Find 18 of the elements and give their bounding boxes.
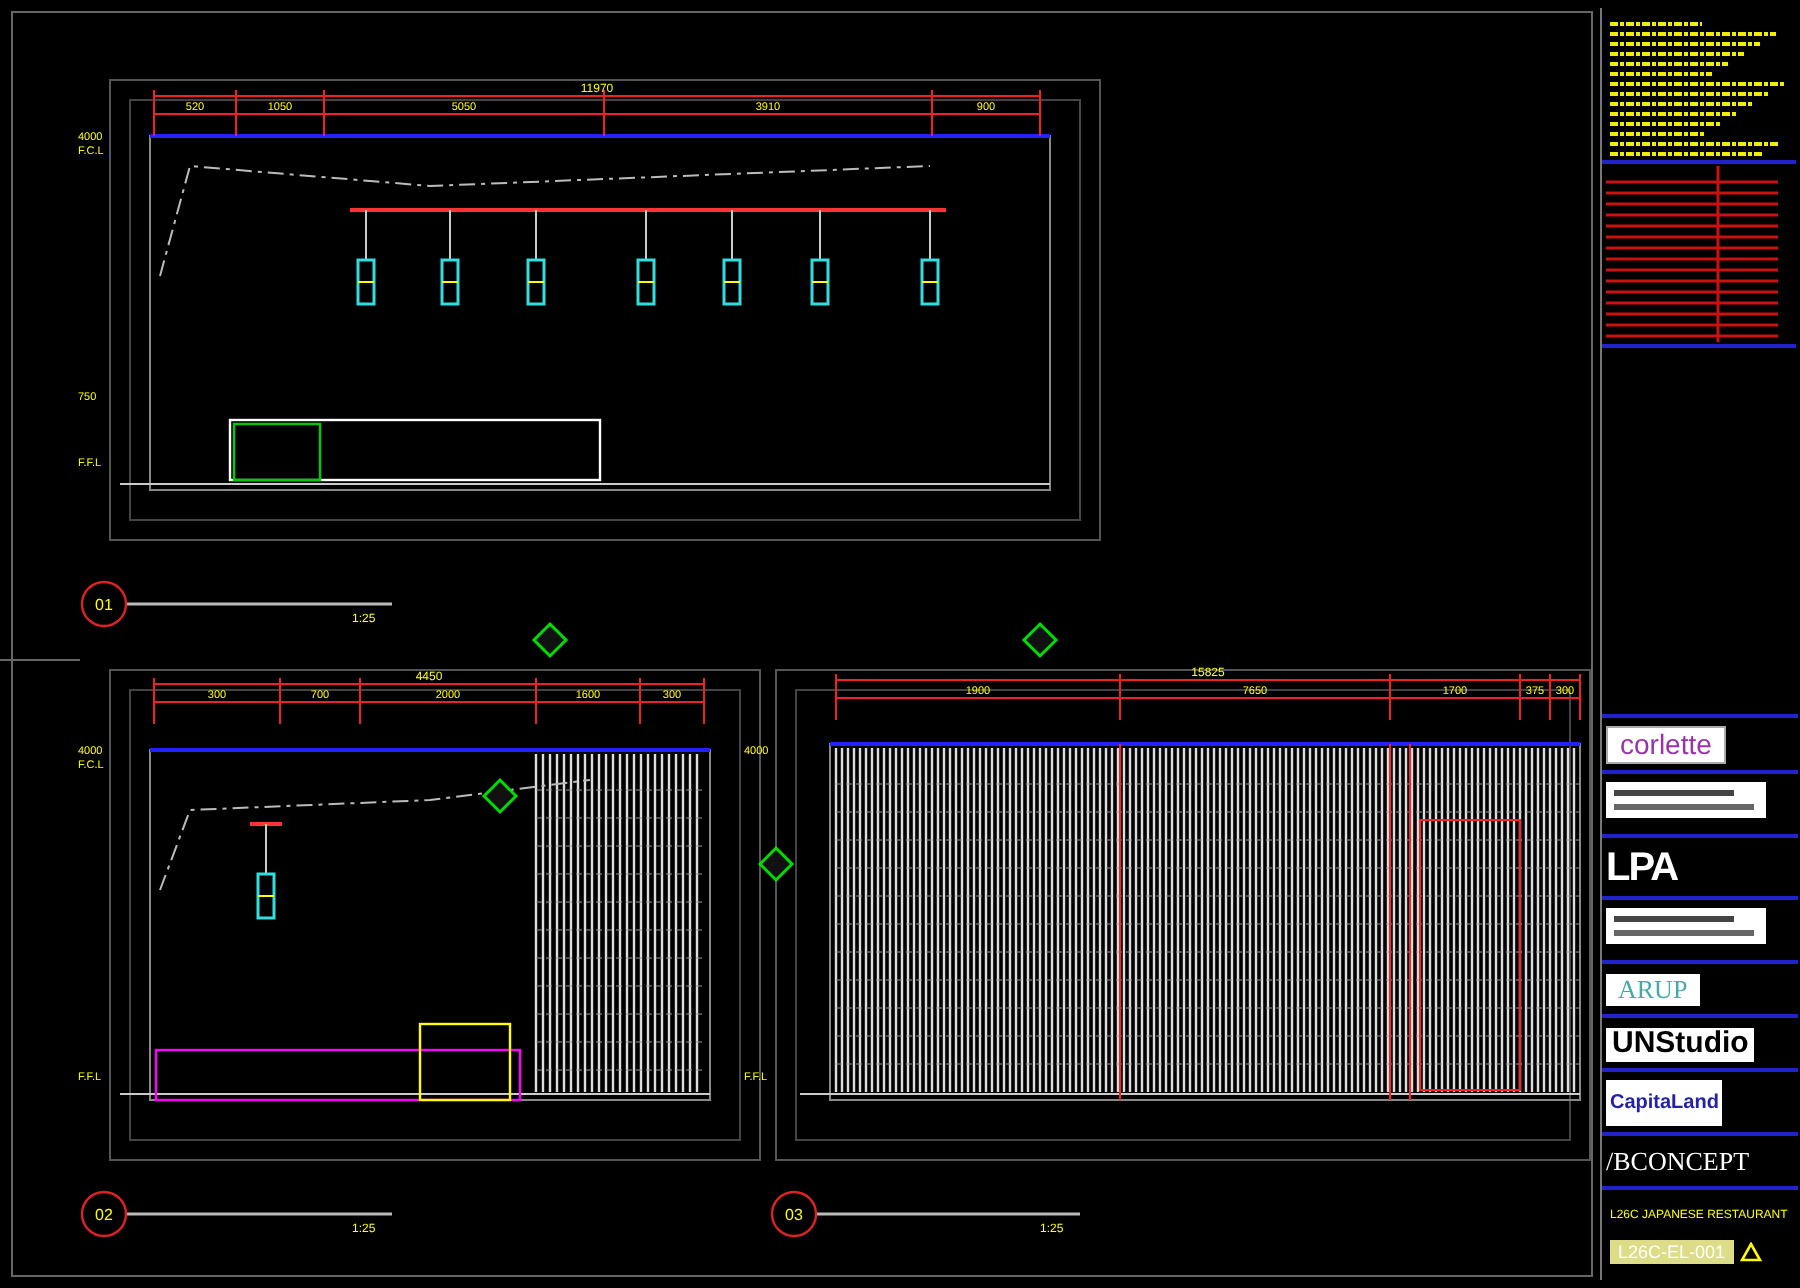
company-logo: UNStudio — [1606, 1028, 1755, 1061]
drawing-number: L26C-EL-001 — [1610, 1240, 1734, 1264]
warning-icon — [1739, 1242, 1762, 1262]
section-marker-icon — [1021, 621, 1059, 659]
section-marker-icon — [531, 621, 569, 659]
view-number-circle — [770, 1190, 818, 1238]
view-number-circle — [80, 1190, 128, 1238]
company-logo: CapitaLand — [1606, 1080, 1723, 1126]
company-logo: LPA — [1606, 846, 1678, 890]
view-number: 01 — [95, 596, 113, 614]
section-marker-icon — [481, 777, 519, 815]
view-number: 03 — [785, 1206, 803, 1224]
view-number: 02 — [95, 1206, 113, 1224]
company-logo: corlette — [1606, 725, 1726, 764]
section-marker-icon — [757, 845, 795, 883]
view-number-circle — [80, 580, 128, 628]
company-logo: /BCONCEPT — [1606, 1148, 1750, 1177]
company-logo: ARUP — [1606, 974, 1700, 1007]
